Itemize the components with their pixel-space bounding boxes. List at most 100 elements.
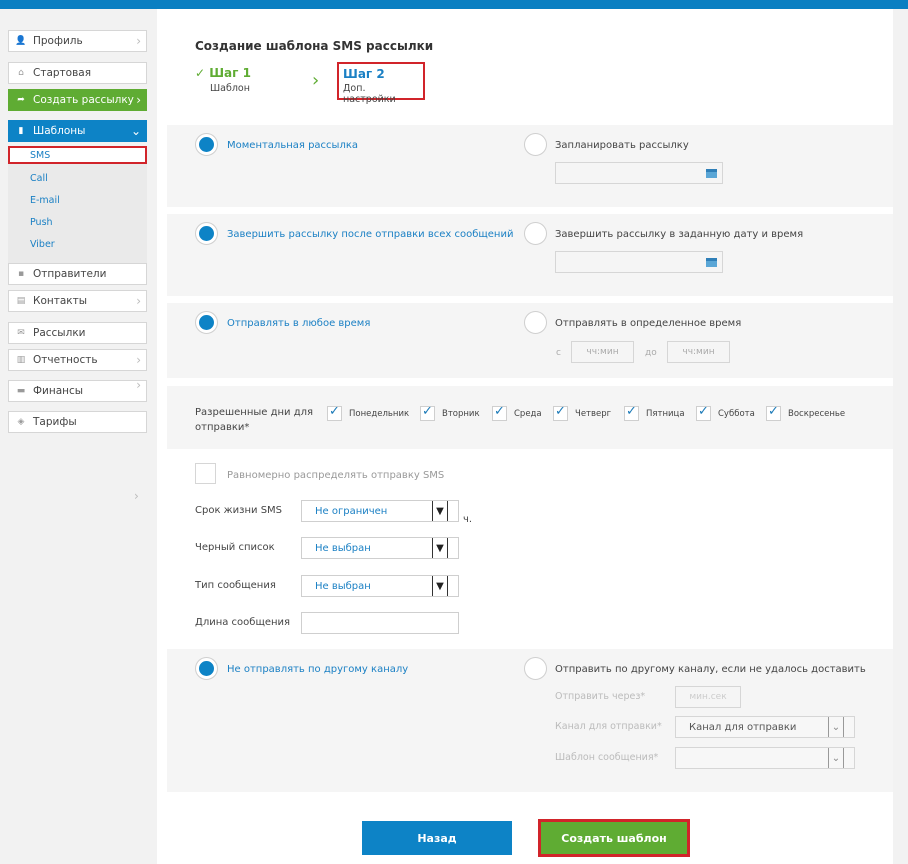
specific-time-label: Отправлять в определенное время — [555, 318, 742, 329]
sidebar-item-label: Контакты — [33, 295, 88, 307]
user-icon: 👤 — [15, 36, 27, 46]
sidebar-item-label: Создать рассылку — [33, 94, 134, 106]
sidebar-item-mailings[interactable]: ✉ Рассылки — [8, 322, 147, 344]
template-label: Шаблон сообщения* — [555, 752, 659, 763]
from-label: с — [556, 348, 561, 358]
time-from-input[interactable]: чч:мин — [571, 341, 634, 363]
main-panel: Создание шаблона SMS рассылки ✓ Шаг 1 Ша… — [157, 9, 893, 864]
sidebar-item-create-mailing[interactable]: ➦ Создать рассылку › — [8, 89, 147, 111]
no-fallback-radio[interactable] — [195, 657, 218, 680]
sidebar: 👤 Профиль › ⌂ Стартовая ➦ Создать рассыл… — [0, 9, 157, 864]
blacklist-value: Не выбран — [315, 543, 371, 554]
any-time-radio[interactable] — [195, 311, 218, 334]
chevron-down-icon: ⌄ — [130, 124, 141, 138]
lifetime-label: Срок жизни SMS — [195, 505, 283, 516]
finish-at-date-radio[interactable] — [524, 222, 547, 245]
time-to-input[interactable]: чч:мин — [667, 341, 730, 363]
sidebar-item-label: Профиль — [33, 35, 83, 47]
specific-time-radio[interactable] — [524, 311, 547, 334]
day-label: Вторник — [442, 409, 480, 419]
channel-value: Канал для отправки — [689, 722, 797, 733]
chevron-down-icon[interactable]: ▼ — [432, 538, 448, 558]
sidebar-item-label: Финансы — [33, 385, 84, 397]
sidebar-item-templates[interactable]: ▮ Шаблоны ⌄ — [8, 120, 147, 142]
chevron-right-icon: › — [312, 70, 320, 91]
submenu-item-call[interactable]: Call — [8, 169, 147, 187]
chevron-down-icon[interactable]: ▼ — [432, 501, 448, 521]
step-2-subtitle: Доп. настройки — [343, 83, 396, 105]
sidebar-item-finance[interactable]: ▬ Финансы › — [8, 378, 147, 402]
channel-select[interactable]: Канал для отправки ⌄ — [675, 716, 855, 738]
day-label: Понедельник — [349, 409, 410, 419]
chevron-right-icon[interactable]: › — [134, 489, 139, 503]
sidebar-item-label: Стартовая — [33, 67, 92, 79]
day-checkbox-sun[interactable] — [766, 404, 781, 421]
step-2[interactable]: Шаг 2 Доп. настройки — [337, 62, 425, 105]
instant-radio[interactable] — [195, 133, 218, 156]
sidebar-item-reports[interactable]: ▥ Отчетность › — [8, 349, 147, 371]
submenu-item-sms[interactable]: SMS — [8, 146, 147, 164]
scheduled-radio[interactable] — [524, 133, 547, 156]
chevron-right-icon: › — [136, 93, 141, 107]
day-checkbox-wed[interactable] — [492, 404, 507, 421]
finish-date-input[interactable] — [555, 251, 723, 273]
finish-after-all-label: Завершить рассылку после отправки всех с… — [227, 229, 514, 240]
day-checkbox-sat[interactable] — [696, 404, 711, 421]
envelope-icon: ✉ — [17, 328, 25, 338]
calendar-icon[interactable] — [706, 169, 717, 178]
send-via-label: Отправить через* — [555, 691, 646, 702]
schedule-date-input[interactable] — [555, 162, 723, 184]
day-checkbox-tue[interactable] — [420, 404, 435, 421]
chevron-down-icon[interactable]: ⌄ — [828, 717, 844, 737]
allowed-days-label: Разрешенные дни для отправки* — [195, 407, 314, 433]
sidebar-item-senders[interactable]: ▪ Отправители — [8, 263, 147, 285]
step-1[interactable]: ✓ Шаг 1 Шаблон — [195, 66, 251, 94]
chevron-down-icon[interactable]: ⌄ — [828, 748, 844, 768]
fallback-label: Отправить по другому каналу, если не уда… — [555, 664, 866, 675]
sidebar-item-label: Отправители — [33, 268, 107, 280]
share-arrow-icon: ➦ — [17, 95, 25, 105]
sidebar-item-start[interactable]: ⌂ Стартовая — [8, 62, 147, 84]
lifetime-select[interactable]: Не ограничен ▼ — [301, 500, 459, 522]
blacklist-label: Черный список — [195, 542, 275, 553]
sidebar-item-tariffs[interactable]: ◈ Тарифы — [8, 411, 147, 433]
chevron-right-icon: › — [136, 294, 141, 308]
sidebar-item-profile[interactable]: 👤 Профиль › — [8, 30, 147, 52]
blacklist-select[interactable]: Не выбран ▼ — [301, 537, 459, 559]
chevron-right-icon: › — [136, 34, 141, 48]
no-fallback-label: Не отправлять по другому каналу — [227, 664, 409, 675]
message-type-value: Не выбран — [315, 581, 371, 592]
sidebar-item-label: Рассылки — [33, 327, 86, 339]
page-title: Создание шаблона SMS рассылки — [195, 39, 434, 53]
submenu-item-email[interactable]: E-mail — [8, 191, 147, 209]
check-icon: ✓ — [195, 66, 210, 80]
template-select[interactable]: ⌄ — [675, 747, 855, 769]
instant-label: Моментальная рассылка — [227, 140, 359, 151]
send-via-input[interactable]: мин.сек — [675, 686, 741, 708]
finish-at-date-label: Завершить рассылку в заданную дату и вре… — [555, 229, 804, 240]
distribute-label: Равномерно распределять отправку SMS — [227, 470, 445, 481]
submenu-item-viber[interactable]: Viber — [8, 235, 147, 253]
distribute-checkbox[interactable] — [195, 463, 216, 484]
to-label: до — [645, 348, 657, 358]
back-button[interactable]: Назад — [362, 821, 512, 855]
submenu-item-push[interactable]: Push — [8, 213, 147, 231]
chevron-down-icon[interactable]: ▼ — [432, 576, 448, 596]
day-label: Воскресенье — [788, 409, 846, 419]
chevron-right-icon: › — [136, 378, 141, 392]
home-icon: ⌂ — [18, 68, 24, 78]
message-type-select[interactable]: Не выбран ▼ — [301, 575, 459, 597]
day-checkbox-mon[interactable] — [327, 404, 342, 421]
day-checkbox-fri[interactable] — [624, 404, 639, 421]
calendar-icon[interactable] — [706, 258, 717, 267]
day-checkbox-thu[interactable] — [553, 404, 568, 421]
day-label: Пятница — [646, 409, 685, 419]
finish-after-all-radio[interactable] — [195, 222, 218, 245]
create-template-button[interactable]: Создать шаблон — [538, 819, 690, 857]
any-time-label: Отправлять в любое время — [227, 318, 371, 329]
message-length-input[interactable] — [301, 612, 459, 634]
wallet-icon: ▬ — [16, 386, 26, 396]
sidebar-item-contacts[interactable]: ▤ Контакты › — [8, 290, 147, 312]
fallback-radio[interactable] — [524, 657, 547, 680]
chevron-right-icon: › — [136, 353, 141, 367]
